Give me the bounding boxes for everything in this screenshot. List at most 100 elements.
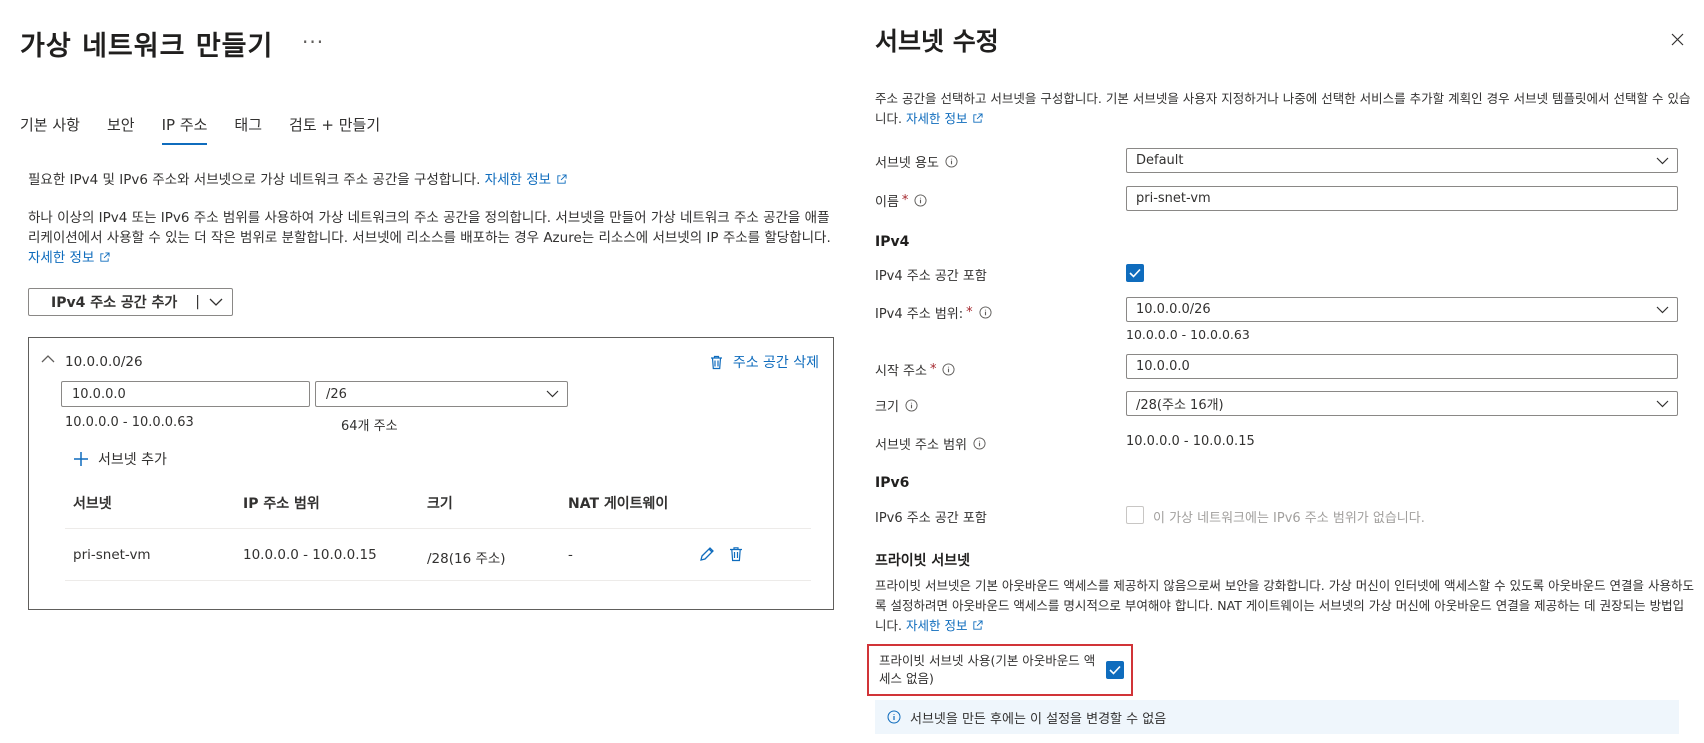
ipv6-include-label: IPv6 주소 공간 포함 <box>875 507 987 526</box>
edit-subnet-panel: 서브넷 수정 주소 공간을 선택하고 서브넷을 구성합니다. 기본 서브넷을 사… <box>850 0 1704 743</box>
ipv6-heading: IPv6 <box>875 475 910 491</box>
private-subnet-enable-label: 프라이빗 서브넷 사용(기본 아웃바운드 액세스 없음) <box>879 653 1096 686</box>
panel-description-label: 주소 공간을 선택하고 서브넷을 구성합니다. 기본 서브넷을 사용자 지정하거… <box>875 91 1691 126</box>
chevron-down-icon <box>1656 306 1669 314</box>
create-vnet-pane: 가상 네트워크 만들기 ··· 기본 사항 보안 IP 주소 태그 검토 + 만… <box>0 0 850 743</box>
private-subnet-heading: 프라이빗 서브넷 <box>875 553 971 569</box>
learn-more-label: 자세한 정보 <box>905 111 968 126</box>
info-icon[interactable] <box>973 437 986 450</box>
subnet-range-text: 서브넷 주소 범위 <box>875 438 967 453</box>
tab-security[interactable]: 보안 <box>107 114 135 145</box>
start-address-text: 시작 주소 <box>875 364 927 379</box>
ipv6-include-text: IPv6 주소 공간 포함 <box>875 511 987 526</box>
tab-tags[interactable]: 태그 <box>234 114 262 145</box>
chevron-down-icon[interactable] <box>209 298 223 307</box>
description-label: 하나 이상의 IPv4 또는 IPv6 주소 범위를 사용하여 가상 네트워크의… <box>28 210 831 246</box>
address-input[interactable] <box>61 381 310 407</box>
more-options-button[interactable]: ··· <box>302 30 324 54</box>
private-subnet-highlight: 프라이빗 서브넷 사용(기본 아웃바운드 액세스 없음) <box>867 644 1133 696</box>
address-count-text: 64개 주소 <box>341 419 398 434</box>
checkmark-icon <box>1109 665 1121 675</box>
info-icon[interactable] <box>914 194 927 207</box>
learn-more-link[interactable]: 자세한 정보 <box>906 111 983 126</box>
ipv4-range-value: 10.0.0.0/26 <box>1136 302 1211 317</box>
tab-review-create[interactable]: 검토 + 만들기 <box>289 114 380 145</box>
subnet-size: /28(16 주소) <box>427 551 506 567</box>
ipv4-include-label: IPv4 주소 공간 포함 <box>875 265 987 284</box>
column-header-ip-range: IP 주소 범위 <box>243 496 320 512</box>
ipv4-heading: IPv4 <box>875 234 910 250</box>
ipv6-include-checkbox[interactable] <box>1126 506 1144 524</box>
tab-basics[interactable]: 기본 사항 <box>20 114 80 145</box>
edit-pencil-icon[interactable] <box>699 546 715 562</box>
plus-icon <box>74 452 88 466</box>
start-address-label: 시작 주소 * <box>875 360 956 379</box>
chevron-down-icon <box>1656 157 1669 165</box>
external-link-icon <box>100 252 110 262</box>
address-space-card: 10.0.0.0/26 주소 공간 삭제 /26 10.0.0.0 - 10.0… <box>28 337 834 610</box>
ipv4-include-checkbox[interactable] <box>1126 264 1144 282</box>
info-message-text: 서브넷을 만든 후에는 이 설정을 변경할 수 없음 <box>910 711 1167 727</box>
size-select[interactable]: /28(주소 16개) <box>1126 391 1678 416</box>
subnet-purpose-label: 서브넷 용도 <box>875 152 958 171</box>
learn-more-link-2[interactable]: 자세한 정보 <box>28 250 110 266</box>
info-icon <box>887 710 901 724</box>
info-icon[interactable] <box>905 399 918 412</box>
delete-address-space-button[interactable]: 주소 공간 삭제 <box>710 352 819 372</box>
learn-more-label: 자세한 정보 <box>28 250 95 266</box>
subnet-name-link[interactable]: pri-snet-vm <box>73 547 151 563</box>
intro-text: 필요한 IPv4 및 IPv6 주소와 서브넷으로 가상 네트워크 주소 공간을… <box>28 168 567 188</box>
panel-title: 서브넷 수정 <box>875 27 999 56</box>
panel-description: 주소 공간을 선택하고 서브넷을 구성합니다. 기본 서브넷을 사용자 지정하거… <box>875 89 1695 129</box>
prefix-select[interactable]: /26 <box>315 381 568 407</box>
subnet-purpose-select[interactable]: Default <box>1126 148 1678 173</box>
subnet-ip-range: 10.0.0.0 - 10.0.0.15 <box>243 547 377 563</box>
subnet-table: 서브넷 IP 주소 범위 크기 NAT 게이트웨이 pri-snet-vm 10… <box>65 493 811 581</box>
start-address-field[interactable] <box>1136 359 1677 374</box>
subnet-table-header: 서브넷 IP 주소 범위 크기 NAT 게이트웨이 <box>65 493 811 529</box>
ipv4-range-text: IPv4 주소 범위: <box>875 307 964 322</box>
size-label: 크기 <box>875 396 918 415</box>
learn-more-label: 자세한 정보 <box>484 172 552 188</box>
checkmark-icon <box>1129 268 1141 278</box>
private-subnet-description: 프라이빗 서브넷은 기본 아웃바운드 액세스를 제공하지 않음으로써 보안을 강… <box>875 576 1695 636</box>
start-address-input[interactable] <box>1126 354 1678 379</box>
chevron-up-icon[interactable] <box>41 352 55 366</box>
tab-bar: 기본 사항 보안 IP 주소 태그 검토 + 만들기 <box>20 114 407 145</box>
tab-ip-addresses[interactable]: IP 주소 <box>161 114 208 145</box>
info-icon[interactable] <box>942 363 956 376</box>
add-subnet-button[interactable]: 서브넷 추가 <box>73 449 167 469</box>
external-link-icon <box>973 113 983 123</box>
subnet-purpose-value: Default <box>1136 153 1184 168</box>
required-mark: * <box>901 193 909 208</box>
ipv4-range-hint: 10.0.0.0 - 10.0.0.63 <box>1126 327 1250 342</box>
name-input-field[interactable] <box>1136 191 1677 206</box>
close-icon[interactable] <box>1671 33 1684 46</box>
column-header-subnet: 서브넷 <box>73 496 112 512</box>
private-subnet-checkbox[interactable] <box>1106 661 1124 679</box>
size-label-text: 크기 <box>875 400 899 415</box>
learn-more-link[interactable]: 자세한 정보 <box>485 172 567 188</box>
add-ipv4-space-button[interactable]: IPv4 주소 공간 추가 | <box>28 288 233 316</box>
intro-label: 필요한 IPv4 및 IPv6 주소와 서브넷으로 가상 네트워크 주소 공간을… <box>28 172 481 188</box>
info-icon[interactable] <box>979 306 992 319</box>
size-value: /28(주소 16개) <box>1136 398 1224 413</box>
name-label-text: 이름 <box>875 195 899 210</box>
address-range-text: 10.0.0.0 - 10.0.0.63 <box>65 415 194 430</box>
ipv4-range-select[interactable]: 10.0.0.0/26 <box>1126 297 1678 322</box>
prefix-value: /26 <box>326 386 347 402</box>
address-input-field[interactable] <box>72 386 309 402</box>
learn-more-link-private[interactable]: 자세한 정보 <box>906 618 983 633</box>
page-title: 가상 네트워크 만들기 <box>20 31 274 62</box>
info-icon[interactable] <box>945 155 958 168</box>
ipv4-include-text: IPv4 주소 공간 포함 <box>875 269 987 284</box>
split-separator: | <box>195 294 200 310</box>
learn-more-label: 자세한 정보 <box>905 618 968 633</box>
name-label: 이름 * <box>875 191 927 210</box>
name-input[interactable] <box>1126 186 1678 211</box>
external-link-icon <box>973 620 983 630</box>
column-header-nat-gateway: NAT 게이트웨이 <box>568 496 669 512</box>
private-subnet-description-label: 프라이빗 서브넷은 기본 아웃바운드 액세스를 제공하지 않음으로써 보안을 강… <box>875 578 1695 633</box>
trash-icon[interactable] <box>729 546 743 562</box>
subnet-purpose-text: 서브넷 용도 <box>875 156 939 171</box>
